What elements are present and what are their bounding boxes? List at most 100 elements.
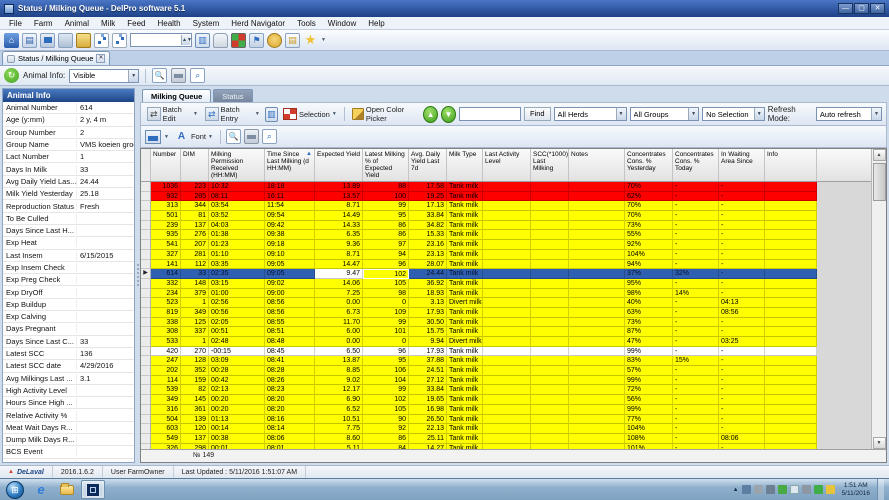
search-icon[interactable]: ⌕ (190, 68, 206, 83)
tray-overflow-icon[interactable]: ▲ (733, 487, 739, 493)
table-row[interactable]: 533102:4808:480.0009.94Divert milk 1 47%-… (141, 337, 871, 347)
column-header-expected-yield[interactable]: Expected Yield (315, 149, 363, 181)
column-header-milking-permission-received-hh-mm[interactable]: Milking Permission Received (HH:MM) (209, 149, 265, 181)
column-header-milk-type[interactable]: Milk Type (447, 149, 483, 181)
taskbar-clock[interactable]: 1:51 AM 5/11/2016 (838, 482, 874, 497)
ie-taskbar-button[interactable]: e (29, 480, 53, 499)
action-center-flag-icon[interactable] (765, 485, 775, 494)
animal-card-icon[interactable]: ▤ (22, 32, 37, 48)
scroll-down-icon[interactable]: ▼ (872, 437, 886, 449)
menu-system[interactable]: System (187, 19, 226, 28)
title-bar[interactable]: Status / Milking Queue - DelPro software… (0, 0, 889, 17)
table-row[interactable]: 234 379 01:00 09:00 7.25 98 18.93 Tank milk 98% 1… (141, 288, 871, 299)
display-icon[interactable] (789, 485, 799, 494)
table-row[interactable]: 541 207 01:23 09:18 9.36 97 23.16 Tank milk 92% -… (141, 240, 871, 250)
table-row[interactable]: 504 139 01:13 08:16 10.51 90 26.50 Tank milk 77%… (141, 414, 871, 425)
table-row[interactable]: 603 120 00:14 08:14 7.75 92 22.13 Tank milk 104%… (141, 424, 871, 434)
table-row[interactable]: 239 137 04:03 09:42 14.33 86 34.82 Tank milk 73%… (141, 220, 871, 231)
start-button[interactable]: ⊞ (6, 480, 24, 499)
table-row[interactable]: 420 270 -00:15 08:45 6.50 96 17.93 Tank milk 99%… (141, 346, 871, 357)
tab-status[interactable]: Status (213, 89, 253, 102)
menu-file[interactable]: File (3, 19, 28, 28)
refresh-icon[interactable]: ↻ (4, 68, 19, 83)
computers-icon[interactable] (58, 32, 73, 48)
menu-help[interactable]: Help (362, 19, 390, 28)
tab-milking-queue[interactable]: Milking Queue (142, 89, 212, 102)
font-button[interactable]: A Font ▼ (172, 129, 215, 145)
selection-button[interactable]: Selection ▼ (281, 107, 339, 121)
table-row[interactable]: 1036 223 10:32 18:18 13.89 88 17.58 Tank milk 70… (141, 182, 871, 192)
print-preview-icon[interactable]: 🔍 (152, 68, 168, 83)
save-layout-icon[interactable] (145, 129, 161, 144)
table-row[interactable]: 313 344 03:54 11:54 8.71 99 17.13 Tank milk 70% -… (141, 201, 871, 212)
column-header-number[interactable]: Number (151, 149, 181, 181)
show-desktop-button[interactable] (877, 478, 884, 500)
scatter-chart2-icon[interactable] (112, 32, 127, 48)
monitor-icon[interactable] (40, 32, 55, 48)
table-row[interactable]: 247 128 03:09 08:41 13.87 95 37.88 Tank milk 83%… (141, 356, 871, 367)
close-button[interactable]: ✕ (870, 3, 885, 14)
alarm-log-icon[interactable]: ▤ (285, 32, 300, 48)
scroll-up-icon[interactable]: ▲ (872, 149, 886, 161)
batch-entry-button[interactable]: ⇄ Batch Entry ▼ (203, 104, 262, 124)
table-row[interactable]: 523102:5608:560.0003.13Divert milk 1 40%-… (141, 298, 871, 308)
alarm-icon[interactable] (267, 32, 282, 48)
save-dropdown-icon[interactable]: ▼ (164, 134, 169, 140)
grid-print-icon[interactable] (243, 129, 259, 144)
table-row[interactable]: 332 148 03:15 09:02 14.06 105 36.92 Tank milk 95… (141, 278, 871, 289)
print-icon[interactable] (171, 68, 187, 83)
table-row[interactable]: 316 361 00:20 08:20 6.52 105 16.98 Tank milk 99%… (141, 404, 871, 415)
refresh-mode-select[interactable]: Auto refresh ▼ (815, 107, 882, 121)
spinner-icon[interactable]: ▲▼ (181, 35, 192, 45)
column-header-concentrates-cons-yesterday[interactable]: Concentrates Cons. % Yesterday (625, 149, 673, 181)
move-up-button[interactable]: ▲ (423, 105, 439, 123)
shield-icon[interactable] (825, 485, 835, 494)
network-icon[interactable] (741, 485, 751, 494)
animal-list-icon[interactable]: ▥ (195, 32, 210, 48)
report-icon[interactable] (76, 32, 91, 48)
move-down-button[interactable]: ▼ (441, 105, 456, 123)
table-row[interactable]: 202 352 00:28 08:28 8.85 106 24.51 Tank milk 57%… (141, 366, 871, 376)
explorer-taskbar-button[interactable] (55, 480, 79, 499)
column-header-scc-1000-last-milking[interactable]: SCC(*1000) Last Milking (531, 149, 569, 181)
grid-search-icon[interactable]: ⌕ (261, 129, 277, 144)
menu-herd-navigator[interactable]: Herd Navigator (225, 19, 291, 28)
menu-feed[interactable]: Feed (121, 19, 151, 28)
maximize-button[interactable]: ▢ (854, 3, 869, 14)
volume-icon[interactable] (801, 485, 811, 494)
flag-icon[interactable]: ⚑ (249, 32, 264, 48)
menu-farm[interactable]: Farm (28, 19, 59, 28)
table-row[interactable]: 327 281 01:10 09:10 8.71 94 23.13 Tank milk 104%… (141, 249, 871, 260)
table-row[interactable]: 549 137 00:38 08:06 8.60 86 25.11 Tank milk 108%… (141, 433, 871, 444)
antivirus-icon[interactable] (813, 485, 823, 494)
menu-health[interactable]: Health (151, 19, 186, 28)
table-row[interactable]: 935 276 01:38 09:38 6.35 86 15.33 Tank milk 55% -… (141, 230, 871, 241)
column-header-dim[interactable]: DIM (181, 149, 209, 181)
group-filter-select[interactable]: All Groups ▼ (629, 107, 700, 121)
table-row[interactable]: 501 81 03:52 09:54 14.49 95 33.84 Tank milk 70% -… (141, 211, 871, 221)
device-icon[interactable] (753, 485, 763, 494)
batch-edit-button[interactable]: ⇄ Batch Edit ▼ (145, 104, 200, 124)
find-button[interactable]: Find (523, 107, 551, 121)
table-row[interactable]: 539 82 02:13 08:23 12.17 99 33.84 Tank milk 72% -… (141, 385, 871, 396)
column-header-concentrates-cons-today[interactable]: Concentrates Cons. % Today (673, 149, 719, 181)
find-input[interactable] (458, 107, 521, 121)
menu-milk[interactable]: Milk (95, 19, 121, 28)
tab-status-milking-queue[interactable]: Status / Milking Queue ✕ (2, 51, 111, 65)
column-header-in-waiting-area-since[interactable]: In Waiting Area Since (719, 149, 765, 181)
table-row[interactable]: 114 159 00:42 08:26 9.02 104 27.12 Tank milk 99%… (141, 375, 871, 386)
menu-window[interactable]: Window (322, 19, 362, 28)
favorites-star-icon[interactable]: ★ (303, 32, 318, 48)
open-color-picker-button[interactable]: Open Color Picker (350, 104, 421, 124)
table-row[interactable]: 819 349 00:56 08:56 6.73 109 17.93 Tank milk 63%… (141, 307, 871, 318)
delpro-taskbar-button[interactable] (81, 480, 105, 499)
animal-info-view-select[interactable]: Visible ▼ (69, 68, 140, 83)
scroll-thumb[interactable] (872, 163, 886, 201)
table-row[interactable]: 932 285 08:11 16:11 13.57 100 19.25 Tank milk 62… (141, 191, 871, 202)
vertical-scrollbar[interactable]: ▲ ▼ (871, 149, 886, 449)
menu-tools[interactable]: Tools (291, 19, 322, 28)
selection-filter-select[interactable]: No Selection ▼ (702, 107, 765, 121)
column-header-notes[interactable]: Notes (569, 149, 625, 181)
table-row[interactable]: 141 112 03:35 09:05 14.47 96 28.07 Tank milk 94%… (141, 259, 871, 270)
minimize-button[interactable]: — (838, 3, 853, 14)
